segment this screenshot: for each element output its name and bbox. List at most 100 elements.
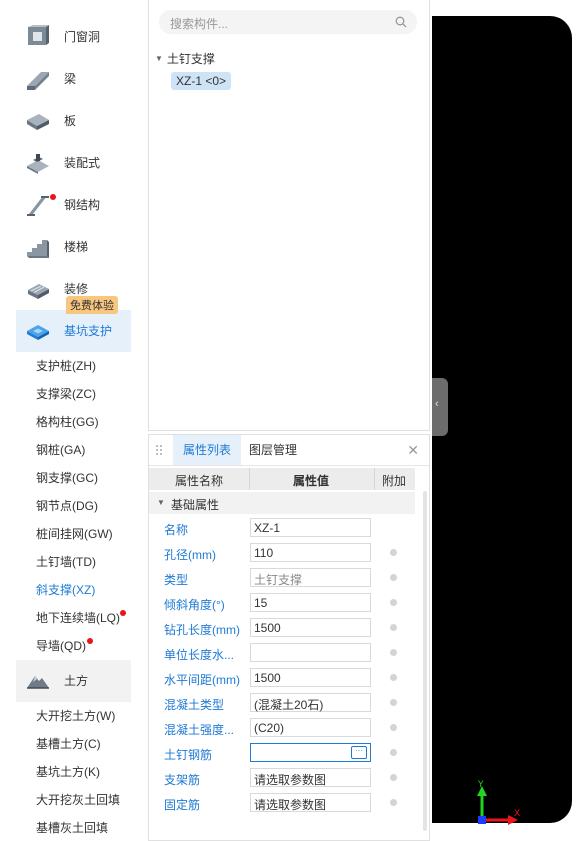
property-row: 名称 XZ-1 xyxy=(149,516,415,541)
property-name: 类型 xyxy=(164,573,189,587)
component-tree-panel: 搜索构件... ▼ 土钉支撑 XZ-1 <0> xyxy=(148,0,430,431)
extra-radio[interactable] xyxy=(390,574,397,581)
notification-dot xyxy=(50,194,56,200)
category-label: 楼梯 xyxy=(64,240,89,254)
extra-radio[interactable] xyxy=(390,599,397,606)
sidebar-item-gw[interactable]: 桩间挂网(GW) xyxy=(16,520,131,548)
category-prefab[interactable]: 装配式 xyxy=(16,142,131,184)
extra-radio[interactable] xyxy=(390,549,397,556)
category-label: 装修 xyxy=(64,282,89,296)
group-label: 基础属性 xyxy=(171,498,220,512)
property-row: 混凝土强度... (C20) xyxy=(149,716,415,741)
sidebar-item-earth-fill[interactable]: 大开挖灰土回填 xyxy=(16,786,131,814)
property-row: 钻孔长度(mm) 1500 xyxy=(149,616,415,641)
property-value-input[interactable]: 请选取参数图 xyxy=(250,768,371,787)
sidebar-item-xz[interactable]: 斜支撑(XZ) xyxy=(16,576,131,604)
property-row: 混凝土类型 (混凝土20石) xyxy=(149,691,415,716)
extra-radio[interactable] xyxy=(390,649,397,656)
property-value-input[interactable]: (C20) xyxy=(250,718,371,737)
tree-group-node[interactable]: ▼ 土钉支撑 xyxy=(155,50,215,67)
sidebar-item-earth-trench-fill[interactable]: 基槽灰土回填 xyxy=(16,814,131,839)
category-steel-structure[interactable]: 钢结构 xyxy=(16,184,131,226)
category-earthwork[interactable]: 土方 xyxy=(16,660,131,702)
property-row: 水平间距(mm) 1500 xyxy=(149,666,415,691)
category-door-window[interactable]: 门窗洞 xyxy=(16,16,131,58)
property-name: 支架筋 xyxy=(164,773,201,787)
property-value-input[interactable]: 15 xyxy=(250,593,371,612)
component-sidebar: 门窗洞 梁 板 装配式 钢结构 楼梯 装修 基坑支护 支护桩(ZH) 支撑梁(Z… xyxy=(16,16,131,839)
property-row: 类型 土钉支撑 xyxy=(149,566,415,591)
free-trial-badge: 免费体验 xyxy=(66,296,118,314)
property-group-basic[interactable]: ▼ 基础属性 xyxy=(149,492,415,514)
sidebar-item-qd[interactable]: 导墙(QD) xyxy=(16,632,131,660)
sidebar-item-td[interactable]: 土钉墙(TD) xyxy=(16,548,131,576)
property-name: 水平间距(mm) xyxy=(164,673,240,687)
category-label: 梁 xyxy=(64,72,77,86)
property-name: 固定筋 xyxy=(164,798,201,812)
sidebar-item-earth-w[interactable]: 大开挖土方(W) xyxy=(16,702,131,730)
beam-icon xyxy=(27,72,49,90)
sidebar-item-label: 导墙(QD) xyxy=(36,639,86,653)
property-panel: 属性列表 图层管理 ✕ 属性名称 属性值 附加 ▼ 基础属性 名称 XZ-1 孔… xyxy=(148,434,430,841)
category-stairs[interactable]: 楼梯 xyxy=(16,226,131,268)
property-value-input[interactable]: (混凝土20石) xyxy=(250,693,371,712)
drag-grip-icon[interactable] xyxy=(155,444,163,456)
sidebar-item-zc[interactable]: 支撑梁(ZC) xyxy=(16,380,131,408)
property-row: 孔径(mm) 110 xyxy=(149,541,415,566)
category-slab[interactable]: 板 xyxy=(16,100,131,142)
sidebar-item-gg[interactable]: 格构柱(GG) xyxy=(16,408,131,436)
category-beam[interactable]: 梁 xyxy=(16,58,131,100)
tree-item-selected[interactable]: XZ-1 <0> xyxy=(171,72,232,90)
search-box[interactable]: 搜索构件... xyxy=(159,10,417,34)
sidebar-item-earth-c[interactable]: 基槽土方(C) xyxy=(16,730,131,758)
sidebar-item-label: 大开挖土方(W) xyxy=(36,709,116,723)
collapse-arrow-icon[interactable]: ▼ xyxy=(157,498,165,507)
property-row: 土钉钢筋 ··· xyxy=(149,741,415,766)
category-label: 门窗洞 xyxy=(64,30,101,44)
category-label: 板 xyxy=(64,114,77,128)
extra-radio[interactable] xyxy=(390,774,397,781)
property-name: 钻孔长度(mm) xyxy=(164,623,240,637)
steel-structure-icon xyxy=(27,196,49,216)
extra-radio[interactable] xyxy=(390,624,397,631)
property-value-input[interactable]: 1500 xyxy=(250,668,371,687)
property-value-input[interactable] xyxy=(250,643,371,662)
sidebar-item-gc[interactable]: 钢支撑(GC) xyxy=(16,464,131,492)
property-tabs: 属性列表 图层管理 ✕ xyxy=(149,435,429,466)
property-value-input[interactable]: 请选取参数图 xyxy=(250,793,371,812)
notification-dot xyxy=(120,610,126,616)
sidebar-item-label: 钢桩(GA) xyxy=(36,443,86,457)
more-options-button[interactable]: ··· xyxy=(351,746,367,759)
category-label: 装配式 xyxy=(64,156,101,170)
extra-radio[interactable] xyxy=(390,699,397,706)
property-value-input: 土钉支撑 xyxy=(250,568,371,587)
category-foundation-pit[interactable]: 基坑支护 xyxy=(16,310,131,352)
drawing-canvas[interactable] xyxy=(432,16,572,823)
property-value-input[interactable]: ··· xyxy=(250,743,371,762)
extra-radio[interactable] xyxy=(390,749,397,756)
sidebar-item-lq[interactable]: 地下连续墙(LQ) xyxy=(16,604,131,632)
vertical-scrollbar[interactable] xyxy=(423,491,427,831)
sidebar-item-earth-k[interactable]: 基坑土方(K) xyxy=(16,758,131,786)
property-row: 支架筋 请选取参数图 xyxy=(149,766,415,791)
tab-property-list[interactable]: 属性列表 xyxy=(173,435,242,465)
extra-radio[interactable] xyxy=(390,724,397,731)
extra-radio[interactable] xyxy=(390,799,397,806)
property-value-input[interactable]: XZ-1 xyxy=(250,518,371,537)
search-icon[interactable] xyxy=(395,16,407,28)
sidebar-item-label: 格构柱(GG) xyxy=(36,415,99,429)
sidebar-item-label: 钢节点(DG) xyxy=(36,499,98,513)
tab-layer-management[interactable]: 图层管理 xyxy=(249,435,297,465)
property-row: 固定筋 请选取参数图 xyxy=(149,791,415,816)
expand-arrow-icon[interactable]: ▼ xyxy=(155,54,163,63)
sidebar-item-label: 土钉墙(TD) xyxy=(36,555,96,569)
extra-radio[interactable] xyxy=(390,674,397,681)
sidebar-item-dg[interactable]: 钢节点(DG) xyxy=(16,492,131,520)
property-value-input[interactable]: 110 xyxy=(250,543,371,562)
sidebar-item-zh[interactable]: 支护桩(ZH) xyxy=(16,352,131,380)
close-icon[interactable]: ✕ xyxy=(407,442,419,459)
collapse-panel-button[interactable]: ‹ xyxy=(432,378,448,436)
foundation-pit-icon xyxy=(27,325,49,340)
sidebar-item-ga[interactable]: 钢桩(GA) xyxy=(16,436,131,464)
property-value-input[interactable]: 1500 xyxy=(250,618,371,637)
